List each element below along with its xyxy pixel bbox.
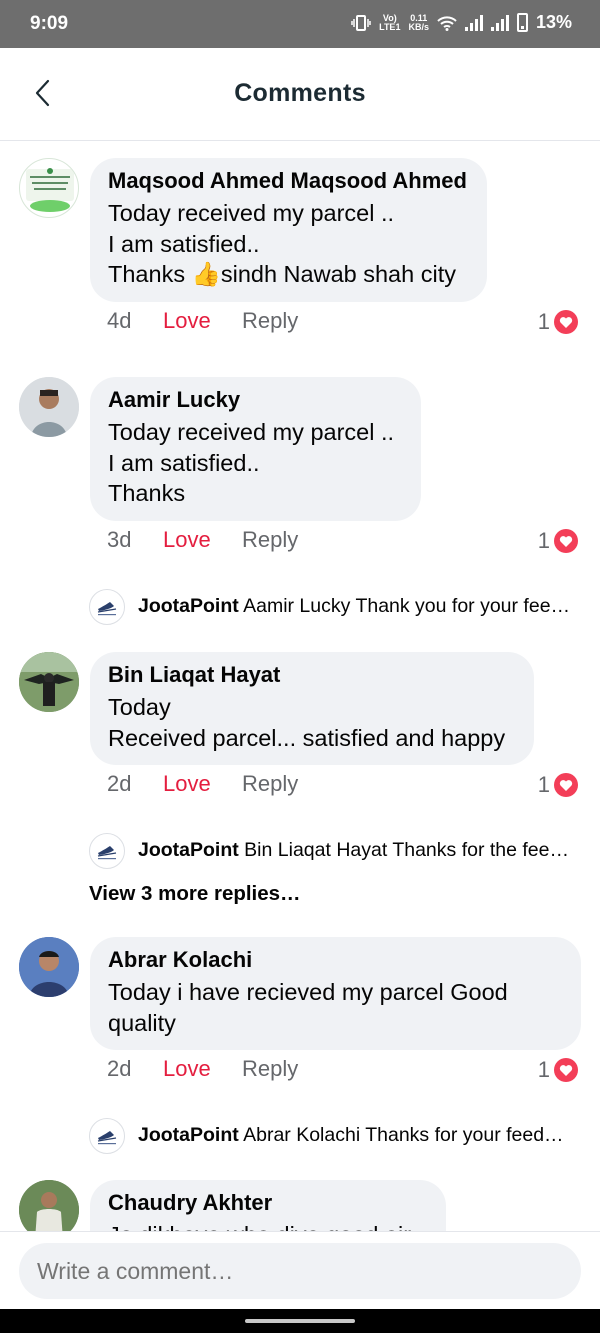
page-reply-text: JootaPoint Aamir Lucky Thank you for you… [138, 595, 571, 617]
avatar[interactable] [19, 377, 79, 437]
page-reply[interactable]: JootaPoint Aamir Lucky Thank you for you… [89, 589, 589, 627]
page-reply-author[interactable]: JootaPoint [138, 1124, 239, 1146]
reaction-count[interactable]: 1 [538, 309, 578, 335]
comment-bubble[interactable]: Chaudry Akhter Jo dikhaya wha diya good … [90, 1180, 446, 1231]
comment-text: Today Received parcel... satisfied and ha… [108, 694, 506, 751]
love-button[interactable]: Love [163, 527, 242, 553]
comment-bubble[interactable]: Bin Liaqat Hayat Today Received parcel...… [90, 652, 534, 765]
comment-time: 2d [107, 1056, 132, 1081]
battery-icon [516, 13, 528, 32]
jootapoint-logo-icon[interactable] [89, 833, 125, 869]
status-bar: 9:09 Vo) LTE1 0.11 KB/s 13% [0, 0, 600, 48]
page-reply[interactable]: JootaPoint Abrar Kolachi Thanks for your… [89, 1118, 589, 1156]
comment-author[interactable]: Bin Liaqat Hayat [108, 662, 516, 688]
vibrate-icon [351, 14, 371, 31]
comment-bubble[interactable]: Aamir Lucky Today received my parcel .. I… [90, 377, 421, 521]
comment-author[interactable]: Maqsood Ahmed Maqsood Ahmed [108, 168, 469, 194]
comment-composer [0, 1231, 600, 1310]
signal-icon-2 [490, 14, 509, 31]
comment-input[interactable] [19, 1243, 581, 1299]
header: Comments [0, 48, 600, 141]
comment-time: 2d [107, 771, 132, 796]
comment-list[interactable]: Maqsood Ahmed Maqsood Ahmed Today receiv… [0, 141, 600, 1231]
avatar[interactable] [19, 652, 79, 712]
heart-icon [554, 1058, 578, 1082]
reaction-count[interactable]: 1 [538, 528, 578, 554]
jootapoint-logo-icon[interactable] [89, 589, 125, 625]
network-speed: 0.11 KB/s [408, 12, 429, 32]
love-button[interactable]: Love [163, 308, 242, 334]
view-more-replies-link[interactable]: View 3 more replies… [89, 882, 301, 906]
home-gesture-handle[interactable] [245, 1319, 355, 1323]
comment-time: 3d [107, 527, 132, 552]
comment-bubble[interactable]: Abrar Kolachi Today i have recieved my p… [90, 937, 581, 1050]
comment-author[interactable]: Abrar Kolachi [108, 947, 563, 973]
reply-button[interactable]: Reply [242, 527, 298, 553]
heart-icon [554, 773, 578, 797]
comment-actions: 4d Love Reply [107, 308, 298, 334]
comment-text: Today received my parcel .. I am satisfie… [108, 200, 456, 287]
system-nav-bar [0, 1309, 600, 1333]
page-title: Comments [234, 79, 366, 107]
status-time: 9:09 [30, 13, 69, 34]
comment-actions: 2d Love Reply [107, 771, 298, 797]
jootapoint-logo-icon[interactable] [89, 1118, 125, 1154]
comment-author[interactable]: Chaudry Akhter [108, 1190, 428, 1216]
avatar[interactable] [19, 937, 79, 997]
comment-text: Today received my parcel .. I am satisfie… [108, 419, 395, 506]
love-button[interactable]: Love [163, 1056, 242, 1082]
page-reply[interactable]: JootaPoint Bin Liaqat Hayat Thanks for t… [89, 833, 589, 871]
reply-button[interactable]: Reply [242, 1056, 298, 1082]
love-button[interactable]: Love [163, 771, 242, 797]
page-reply-author[interactable]: JootaPoint [138, 839, 239, 861]
comment-bubble[interactable]: Maqsood Ahmed Maqsood Ahmed Today receiv… [90, 158, 487, 302]
page-reply-text: JootaPoint Bin Liaqat Hayat Thanks for t… [138, 839, 569, 861]
avatar[interactable] [19, 158, 79, 218]
reply-button[interactable]: Reply [242, 771, 298, 797]
reply-button[interactable]: Reply [242, 308, 298, 334]
comment-actions: 2d Love Reply [107, 1056, 298, 1082]
heart-icon [554, 529, 578, 553]
page-reply-author[interactable]: JootaPoint [138, 595, 239, 617]
page-reply-text: JootaPoint Abrar Kolachi Thanks for your… [138, 1124, 564, 1146]
status-icons: Vo) LTE1 0.11 KB/s 13% [351, 12, 572, 33]
comment-actions: 3d Love Reply [107, 527, 298, 553]
avatar[interactable] [19, 1180, 79, 1231]
comment-time: 4d [107, 308, 132, 333]
wifi-icon [437, 15, 457, 31]
network-type: Vo) LTE1 [379, 12, 401, 32]
reaction-count[interactable]: 1 [538, 772, 578, 798]
reaction-count[interactable]: 1 [538, 1057, 578, 1083]
comment-text: Jo dikhaya wha diya good air [108, 1220, 428, 1231]
comment-author[interactable]: Aamir Lucky [108, 387, 403, 413]
signal-icon [464, 14, 483, 31]
heart-icon [554, 310, 578, 334]
comment-text: Today i have recieved my parcel Good qual… [108, 979, 508, 1036]
battery-percent: 13% [535, 12, 572, 32]
